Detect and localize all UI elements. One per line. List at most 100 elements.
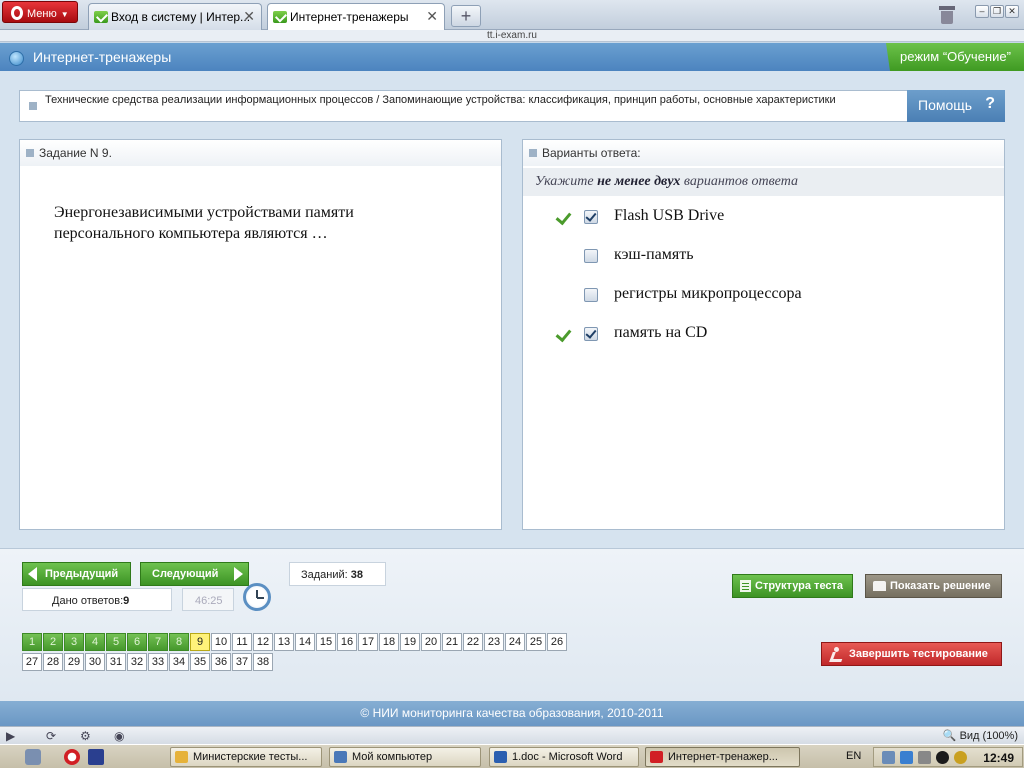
answers-header-label: Варианты ответа: <box>542 146 641 160</box>
question-number-cell[interactable]: 37 <box>232 653 252 671</box>
question-number-cell[interactable]: 25 <box>526 633 546 651</box>
question-number-cell[interactable]: 36 <box>211 653 231 671</box>
question-number-cell[interactable]: 6 <box>127 633 147 651</box>
task-label: Интернет-тренажер... <box>668 751 778 763</box>
question-number-cell[interactable]: 27 <box>22 653 42 671</box>
question-number-cell[interactable]: 17 <box>358 633 378 651</box>
zoom-indicator[interactable]: 🔍 Вид (100%) <box>943 729 1018 742</box>
tab-login[interactable]: Вход в систему | Интер... ✕ <box>88 3 262 30</box>
trash-icon[interactable] <box>937 4 957 26</box>
question-number-cell[interactable]: 11 <box>232 633 252 651</box>
new-tab-button[interactable]: + <box>451 5 481 27</box>
question-number-cell[interactable]: 21 <box>442 633 462 651</box>
opera-icon[interactable] <box>64 749 80 765</box>
answers-panel: Варианты ответа: Укажите не менее двух в… <box>522 139 1005 530</box>
test-structure-button[interactable]: Структура теста <box>732 574 853 598</box>
previous-button[interactable]: Предыдущий <box>22 562 131 586</box>
answer-option[interactable]: Flash USB Drive <box>523 206 993 230</box>
question-number-cell[interactable]: 24 <box>505 633 525 651</box>
address-label[interactable]: tt.i-exam.ru <box>0 30 1024 42</box>
question-number-cell[interactable]: 14 <box>295 633 315 651</box>
answer-checkbox[interactable] <box>584 288 598 302</box>
question-number-cell[interactable]: 33 <box>148 653 168 671</box>
opera-menu-button[interactable]: Меню ▼ <box>2 1 78 23</box>
question-number-cell[interactable]: 23 <box>484 633 504 651</box>
answer-label: Flash USB Drive <box>614 207 725 224</box>
structure-label: Структура теста <box>755 580 844 592</box>
task-label: Мой компьютер <box>352 751 433 763</box>
question-number-cell[interactable]: 30 <box>85 653 105 671</box>
volume-icon[interactable] <box>918 751 931 764</box>
finish-test-button[interactable]: Завершить тестирование <box>821 642 1002 666</box>
question-number-cell[interactable]: 38 <box>253 653 273 671</box>
question-number-cell[interactable]: 20 <box>421 633 441 651</box>
close-icon[interactable]: ✕ <box>426 8 438 25</box>
answer-checkbox[interactable] <box>584 327 598 341</box>
restore-button[interactable]: ❐ <box>990 5 1004 18</box>
question-number-cell[interactable]: 12 <box>253 633 273 651</box>
chevron-down-icon: ▼ <box>60 10 69 19</box>
question-number-cell[interactable]: 28 <box>43 653 63 671</box>
reload-icon[interactable]: ⟳ <box>46 729 56 743</box>
close-icon[interactable]: ✕ <box>243 8 255 25</box>
question-number-cell[interactable]: 29 <box>64 653 84 671</box>
question-number-cell[interactable]: 16 <box>337 633 357 651</box>
question-number-cell[interactable]: 10 <box>211 633 231 651</box>
taskbar-task[interactable]: Интернет-тренажер... <box>645 747 800 767</box>
instruction-bold: не менее двух <box>597 174 681 189</box>
question-number-cell[interactable]: 19 <box>400 633 420 651</box>
question-number-cell[interactable]: 26 <box>547 633 567 651</box>
turbo-icon[interactable]: ◉ <box>114 729 124 743</box>
topic-text: Технические средства реализации информац… <box>45 94 836 106</box>
show-solution-button[interactable]: Показать решение <box>865 574 1002 598</box>
answer-label: кэш-память <box>614 246 694 263</box>
answer-option[interactable]: память на CD <box>523 323 993 347</box>
answer-option[interactable]: регистры микропроцессора <box>523 284 993 308</box>
app-header: Интернет-тренажеры <box>0 43 1024 71</box>
question-number-cell[interactable]: 1 <box>22 633 42 651</box>
answer-option[interactable]: кэш-память <box>523 245 993 269</box>
share-icon[interactable]: ⚙ <box>80 729 91 743</box>
bullet-icon <box>26 149 34 157</box>
book-icon <box>873 581 886 591</box>
bullet-icon <box>29 102 37 110</box>
show-desktop-icon[interactable] <box>25 749 41 765</box>
question-number-cell[interactable]: 13 <box>274 633 294 651</box>
question-number-cell[interactable]: 8 <box>169 633 189 651</box>
task-app-icon <box>494 751 507 763</box>
next-button[interactable]: Следующий <box>140 562 249 586</box>
browser-statusbar: ▶ ⟳ ⚙ ◉ 🔍 Вид (100%) <box>0 726 1024 744</box>
security-icon[interactable] <box>954 751 967 764</box>
close-window-button[interactable]: ✕ <box>1005 5 1019 18</box>
question-number-cell[interactable]: 34 <box>169 653 189 671</box>
taskbar-task[interactable]: 1.doc - Microsoft Word <box>489 747 639 767</box>
taskbar-task[interactable]: Мой компьютер <box>329 747 481 767</box>
answer-checkbox[interactable] <box>584 249 598 263</box>
panel-toggle-icon[interactable]: ▶ <box>6 729 15 743</box>
monitor-icon[interactable] <box>900 751 913 764</box>
tab-trainers[interactable]: Интернет-тренажеры ✕ <box>267 3 445 31</box>
question-number-cell[interactable]: 9 <box>190 633 210 651</box>
task-app-icon <box>334 751 347 763</box>
question-number-cell[interactable]: 22 <box>463 633 483 651</box>
taskbar-task[interactable]: Министерские тесты... <box>170 747 322 767</box>
media-icon[interactable] <box>936 751 949 764</box>
question-number-cell[interactable]: 18 <box>379 633 399 651</box>
answer-checkbox[interactable] <box>584 210 598 224</box>
question-number-cell[interactable]: 15 <box>316 633 336 651</box>
app-quicklaunch-icon[interactable] <box>88 749 104 765</box>
menu-label: Меню <box>27 8 57 20</box>
question-number-cell[interactable]: 32 <box>127 653 147 671</box>
question-number-cell[interactable]: 2 <box>43 633 63 651</box>
question-number-cell[interactable]: 3 <box>64 633 84 651</box>
network-icon[interactable] <box>882 751 895 764</box>
language-indicator[interactable]: EN <box>846 750 861 762</box>
minimize-button[interactable]: – <box>975 5 989 18</box>
help-button[interactable]: Помощь ? <box>907 90 1005 122</box>
task-label: Министерские тесты... <box>193 751 308 763</box>
question-number-cell[interactable]: 7 <box>148 633 168 651</box>
question-number-cell[interactable]: 31 <box>106 653 126 671</box>
question-number-cell[interactable]: 35 <box>190 653 210 671</box>
question-number-cell[interactable]: 5 <box>106 633 126 651</box>
question-number-cell[interactable]: 4 <box>85 633 105 651</box>
